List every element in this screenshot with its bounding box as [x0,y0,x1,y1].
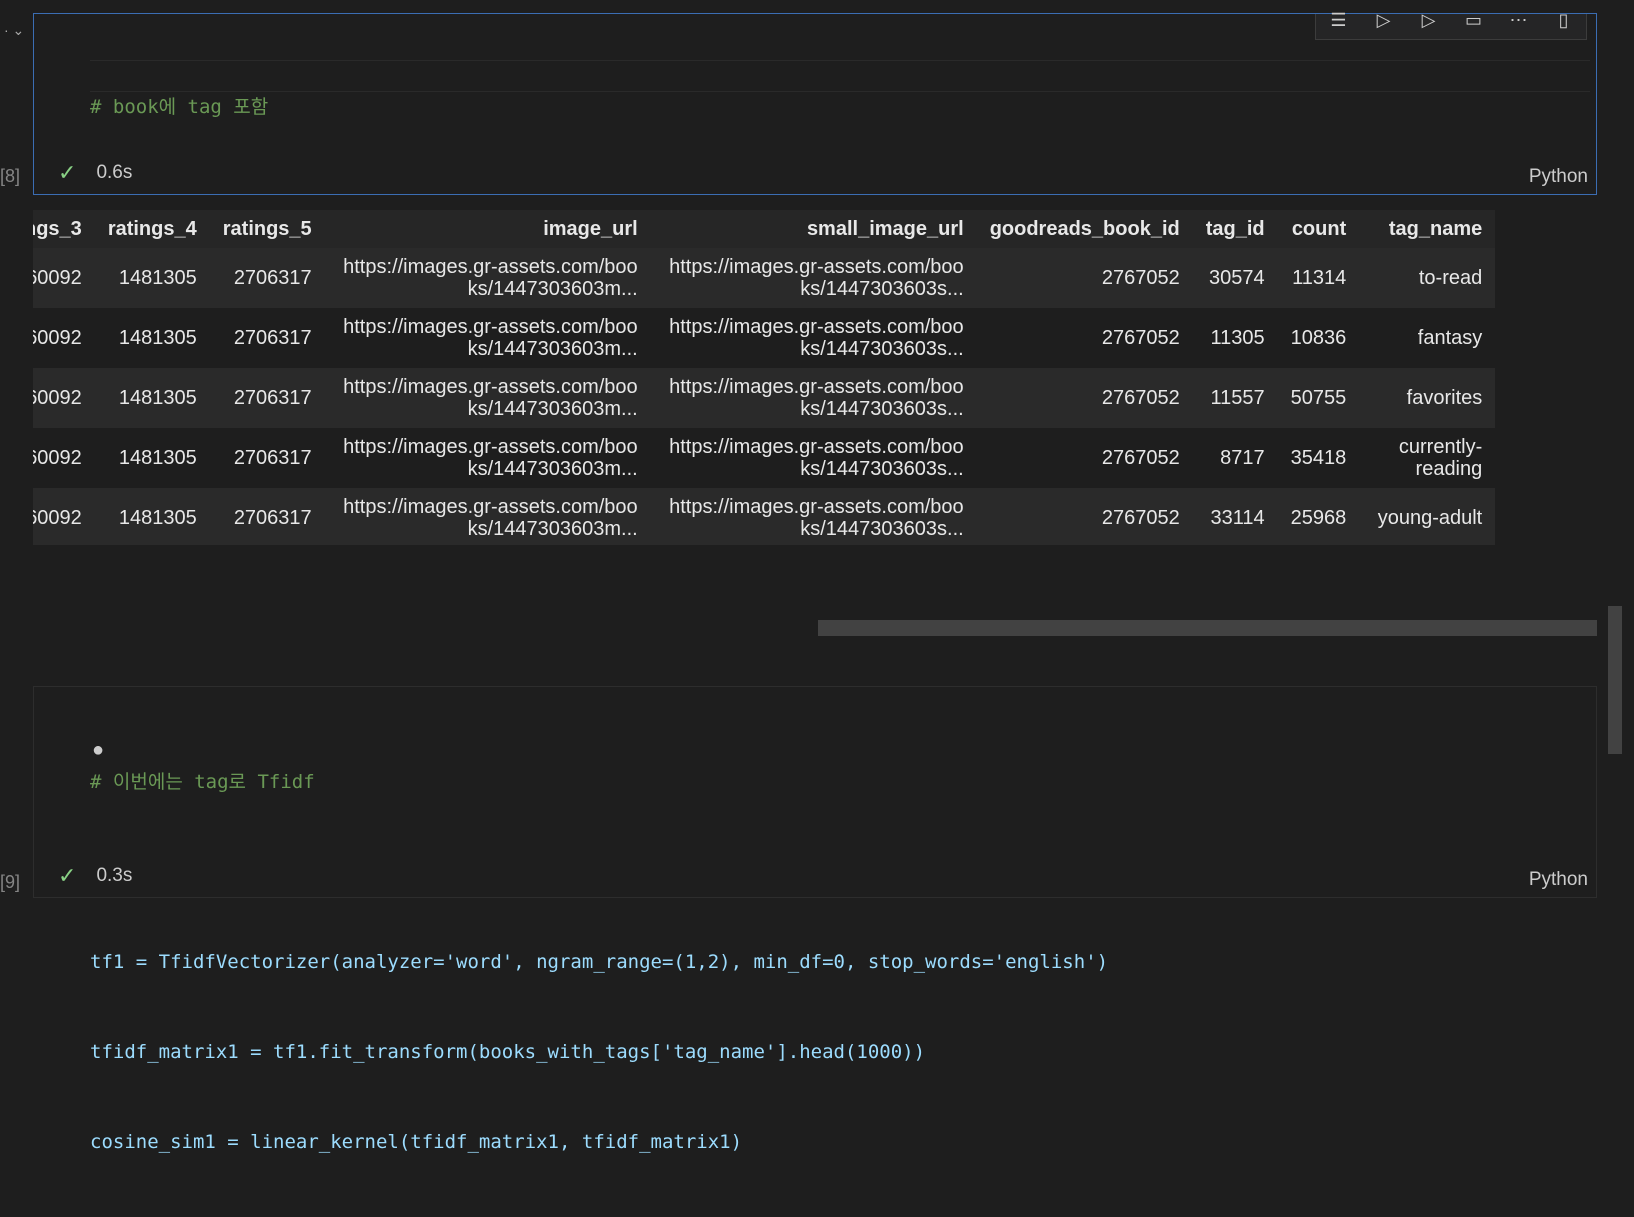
column-header: goodreads_book_id [989,217,1180,240]
table-cell: 11557 [1210,387,1265,409]
table-cell: https://images.gr-assets.com/books/14473… [669,316,964,360]
table-cell: 2706317 [233,507,312,529]
table-cell: 2767052 [1101,447,1180,469]
table-row: 60092 1481305 2706317 https://images.gr-ass… [33,308,1495,368]
code-line-cosine: cosine_sim1 = linear_kernel(tfidf_matrix… [90,1131,743,1153]
column-header: tag_id [1205,217,1265,240]
delete-icon[interactable]: ▯ [1552,11,1576,29]
column-header: small_image_url [806,217,964,240]
table-row: 60092 1481305 2706317 https://images.gr-ass… [33,248,1496,308]
horizontal-scrollbar-thumb[interactable] [818,620,1597,636]
table-cell: 60092 [33,507,82,529]
table-cell: 60092 [33,267,82,289]
table-cell: https://images.gr-assets.com/books/14473… [343,316,638,360]
table-cell: 30574 [1209,267,1265,289]
dataframe-table: ngs_3 ratings_4 ratings_5 image_url small_im… [33,210,1496,545]
code-cell-2[interactable]: # 이번에는 tag로 Tfidf tf1 = TfidfVectorizer(… [33,686,1597,1153]
column-header: tag_name [1388,217,1483,240]
cell1-output: ngs_3 ratings_4 ratings_5 image_url small_im… [33,210,1597,545]
code-comment: # book에 tag 포함 [90,96,269,118]
cell2-language[interactable]: Python [1529,869,1588,891]
table-cell: 1481305 [118,447,197,469]
table-cell: https://images.gr-assets.com/books/14473… [669,376,964,420]
code-comment: # 이번에는 tag로 Tfidf [90,771,315,793]
table-cell: to-read [1418,267,1483,289]
column-header: image_url [543,217,638,240]
column-header: ratings_4 [107,217,197,240]
table-cell: 2767052 [1101,327,1180,349]
table-cell: 11314 [1292,267,1347,289]
cell2-execution-count: [9] [0,872,21,892]
lightbulb-icon[interactable]: ● [92,739,104,762]
table-header-row: ngs_3 ratings_4 ratings_5 image_url small_im… [33,210,1496,248]
table-cell: 60092 [33,387,82,409]
cell-toolbar: ☰ ▷ ▷ ▭ ⋯ ▯ [1315,11,1587,40]
table-cell: 50755 [1290,387,1347,409]
code-editor-2[interactable]: # 이번에는 tag로 Tfidf tf1 = TfidfVectorizer(… [90,707,1108,1217]
table-cell: 1481305 [118,267,197,289]
table-cell: 60092 [33,447,82,469]
table-cell: https://images.gr-assets.com/books/14473… [343,376,638,420]
table-cell: 8717 [1220,447,1265,469]
column-header: count [1291,217,1347,240]
cell1-duration: 0.6s [96,162,133,183]
table-cell: 25968 [1290,507,1347,529]
execute-above-icon[interactable]: ▷ [1372,11,1396,29]
table-cell: 1481305 [118,507,197,529]
table-cell: 1481305 [118,327,197,349]
table-cell: https://images.gr-assets.com/books/14473… [343,496,638,540]
table-cell: 2706317 [233,267,312,289]
table-cell: https://images.gr-assets.com/books/14473… [343,436,638,480]
cell1-language[interactable]: Python [1529,166,1588,188]
collapse-chevron-icon[interactable]: · ⌄ [4,22,24,39]
cell2-duration: 0.3s [96,865,133,886]
table-cell: 11305 [1210,327,1265,349]
code-line-vectorizer: tf1 = TfidfVectorizer(analyzer='word', n… [90,951,1109,973]
table-cell: 60092 [33,327,82,349]
table-cell: 2767052 [1101,267,1180,289]
table-cell: 2767052 [1101,387,1180,409]
table-cell: favorites [1406,387,1483,409]
table-cell: currently-reading [1398,436,1483,480]
cell1-execution-count: [8] [0,166,21,186]
vertical-scrollbar-thumb[interactable] [1608,606,1622,754]
cell1-status: ✓ 0.6s [58,160,132,186]
table-cell: 35418 [1290,447,1347,469]
code-line-fit-transform: tfidf_matrix1 = tf1.fit_transform(books_… [90,1041,926,1063]
table-cell: 2706317 [233,447,312,469]
table-cell: 2706317 [233,327,312,349]
table-cell: fantasy [1417,327,1483,349]
column-header: ratings_5 [222,217,312,240]
cell2-status: ✓ 0.3s [58,863,132,889]
table-cell: https://images.gr-assets.com/books/14473… [343,256,638,300]
table-cell: 33114 [1210,507,1265,529]
code-cell-1[interactable]: ☰ ▷ ▷ ▭ ⋯ ▯ # book에 tag 포함 books_with_ta… [33,11,1597,388]
table-row: 60092 1481305 2706317 https://images.gr-ass… [33,488,1496,545]
table-cell: 2767052 [1101,507,1180,529]
table-row: 60092 1481305 2706317 https://images.gr-ass… [33,368,1496,428]
table-cell: https://images.gr-assets.com/books/14473… [669,256,964,300]
execute-below-icon[interactable]: ▷ [1417,11,1441,29]
success-check-icon: ✓ [58,160,77,185]
table-cell: 10836 [1290,327,1347,349]
table-cell: young-adult [1377,507,1483,529]
more-icon[interactable]: ⋯ [1507,11,1531,29]
table-row: 60092 1481305 2706317 https://images.gr-ass… [33,428,1495,488]
column-header: ngs_3 [33,217,82,240]
run-by-line-icon[interactable]: ☰ [1327,11,1351,29]
table-cell: 1481305 [118,387,197,409]
success-check-icon: ✓ [58,863,77,888]
split-cell-icon[interactable]: ▭ [1462,11,1486,29]
table-cell: https://images.gr-assets.com/books/14473… [669,436,964,480]
table-cell: https://images.gr-assets.com/books/14473… [669,496,964,540]
table-cell: 2706317 [233,387,312,409]
